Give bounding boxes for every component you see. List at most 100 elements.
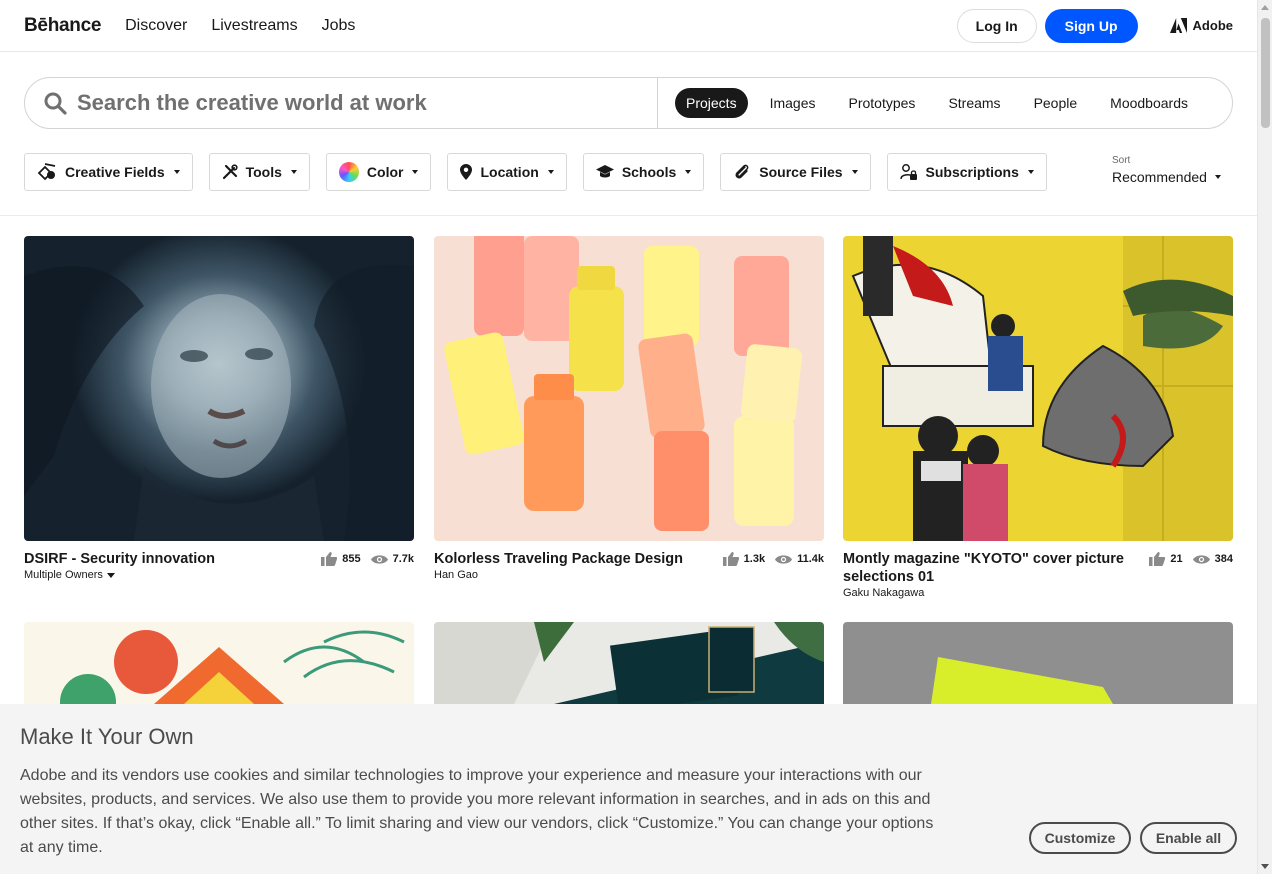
creative-fields-icon — [37, 163, 57, 181]
scrollbar-thumb[interactable] — [1261, 18, 1270, 128]
chevron-down-icon — [106, 572, 115, 578]
adobe-label: Adobe — [1192, 18, 1233, 33]
project-thumbnail[interactable] — [24, 622, 414, 704]
search-icon — [44, 92, 67, 115]
sort-label: Sort — [1112, 155, 1131, 166]
graduation-cap-icon — [595, 165, 614, 179]
filter-subscriptions[interactable]: Subscriptions — [886, 153, 1047, 191]
filter-label: Location — [480, 164, 539, 180]
project-card[interactable]: DSIRF - Security innovation Multiple Own… — [24, 236, 414, 581]
filter-bar: Creative Fields Tools Color Location Sch… — [24, 153, 1063, 191]
project-thumbnail[interactable] — [24, 236, 414, 541]
filter-label: Creative Fields — [65, 164, 165, 180]
thumbs-up-icon — [722, 552, 739, 566]
sort-dropdown[interactable]: Sort Recommended — [1112, 155, 1221, 185]
search-input[interactable] — [77, 90, 597, 116]
project-thumbnail[interactable] — [843, 622, 1233, 704]
likes-stat: 21 — [1149, 552, 1183, 566]
search-field-wrapper — [25, 78, 658, 128]
project-thumbnail[interactable] — [434, 622, 824, 704]
project-stats: 1.3k 11.4k — [713, 550, 824, 568]
project-title[interactable]: Kolorless Traveling Package Design — [434, 550, 683, 568]
page-scrollbar[interactable] — [1257, 0, 1272, 874]
views-stat: 7.7k — [370, 553, 414, 565]
owner-name: Multiple Owners — [24, 569, 103, 581]
project-thumbnail[interactable] — [843, 236, 1233, 541]
subscriptions-icon — [899, 163, 918, 181]
tab-images[interactable]: Images — [759, 88, 827, 118]
nav-right-actions: Log In Sign Up Adobe — [956, 8, 1233, 43]
log-in-button[interactable]: Log In — [956, 8, 1037, 43]
tab-prototypes[interactable]: Prototypes — [838, 88, 927, 118]
adobe-link[interactable]: Adobe — [1169, 18, 1233, 33]
nav-discover[interactable]: Discover — [125, 17, 187, 35]
project-info: Kolorless Traveling Package Design Han G… — [434, 550, 683, 581]
eye-icon — [370, 554, 388, 564]
customize-button[interactable]: Customize — [1029, 822, 1131, 854]
owner-name: Gaku Nakagawa — [843, 587, 925, 599]
nav-jobs[interactable]: Jobs — [322, 17, 356, 35]
chevron-down-icon — [685, 170, 692, 174]
paperclip-icon — [733, 163, 751, 181]
filter-label: Schools — [621, 164, 677, 180]
location-pin-icon — [460, 164, 473, 180]
tab-streams[interactable]: Streams — [937, 88, 1011, 118]
chevron-down-icon — [547, 170, 554, 174]
views-stat: 384 — [1192, 553, 1233, 565]
project-owner[interactable]: Multiple Owners — [24, 569, 215, 581]
search-bar: Projects Images Prototypes Streams Peopl… — [24, 77, 1233, 129]
likes-count: 1.3k — [743, 553, 766, 565]
search-type-tabs: Projects Images Prototypes Streams Peopl… — [658, 88, 1210, 118]
behance-page: Bēhance Discover Livestreams Jobs Log In… — [0, 0, 1272, 874]
filter-label: Source Files — [759, 164, 843, 180]
chevron-down-icon — [412, 170, 419, 174]
chevron-down-icon — [1027, 170, 1034, 174]
filter-color[interactable]: Color — [325, 153, 432, 191]
enable-all-button[interactable]: Enable all — [1140, 822, 1237, 854]
project-info: DSIRF - Security innovation Multiple Own… — [24, 550, 215, 581]
chevron-down-icon — [290, 170, 297, 174]
behance-logo[interactable]: Bēhance — [24, 15, 101, 37]
filter-source-files[interactable]: Source Files — [720, 153, 871, 191]
views-stat: 11.4k — [775, 553, 824, 565]
scroll-down-arrow-icon[interactable] — [1261, 864, 1269, 869]
project-owner[interactable]: Han Gao — [434, 569, 683, 581]
tab-people[interactable]: People — [1023, 88, 1089, 118]
filter-label: Subscriptions — [925, 164, 1019, 180]
sort-selected: Recommended — [1112, 169, 1207, 185]
filter-label: Color — [366, 164, 404, 180]
project-card[interactable]: Montly magazine "KYOTO" cover picture se… — [843, 236, 1233, 599]
tab-projects[interactable]: Projects — [675, 88, 748, 118]
filter-tools[interactable]: Tools — [208, 153, 310, 191]
views-count: 11.4k — [797, 553, 824, 565]
project-card[interactable]: Kolorless Traveling Package Design Han G… — [434, 236, 824, 581]
project-title[interactable]: Montly magazine "KYOTO" cover picture se… — [843, 550, 1133, 586]
adobe-logo-icon — [1169, 18, 1187, 33]
owner-name: Han Gao — [434, 569, 479, 581]
chevron-down-icon — [173, 170, 180, 174]
project-owner[interactable]: Gaku Nakagawa — [843, 587, 1133, 599]
filter-creative-fields[interactable]: Creative Fields — [24, 153, 193, 191]
project-thumbnail[interactable] — [434, 236, 824, 541]
likes-stat: 1.3k — [722, 552, 766, 566]
project-meta: Kolorless Traveling Package Design Han G… — [434, 550, 824, 581]
project-card[interactable] — [843, 622, 1233, 704]
nav-livestreams[interactable]: Livestreams — [211, 17, 297, 35]
likes-stat: 855 — [321, 552, 361, 566]
project-meta: DSIRF - Security innovation Multiple Own… — [24, 550, 414, 581]
sign-up-button[interactable]: Sign Up — [1044, 8, 1138, 43]
cookie-title: Make It Your Own — [20, 724, 194, 749]
views-count: 7.7k — [392, 553, 414, 565]
scroll-up-arrow-icon[interactable] — [1261, 5, 1269, 10]
project-card[interactable] — [24, 622, 414, 704]
chevron-down-icon — [851, 170, 858, 174]
filter-location[interactable]: Location — [447, 153, 567, 191]
project-card[interactable] — [434, 622, 824, 704]
project-title[interactable]: DSIRF - Security innovation — [24, 550, 215, 568]
cookie-consent-banner: Make It Your Own Adobe and its vendors u… — [0, 704, 1257, 874]
eye-icon — [775, 554, 793, 564]
tab-moodboards[interactable]: Moodboards — [1099, 88, 1199, 118]
filter-schools[interactable]: Schools — [582, 153, 705, 191]
project-meta: Montly magazine "KYOTO" cover picture se… — [843, 550, 1233, 599]
top-navbar: Bēhance Discover Livestreams Jobs Log In… — [0, 0, 1257, 52]
